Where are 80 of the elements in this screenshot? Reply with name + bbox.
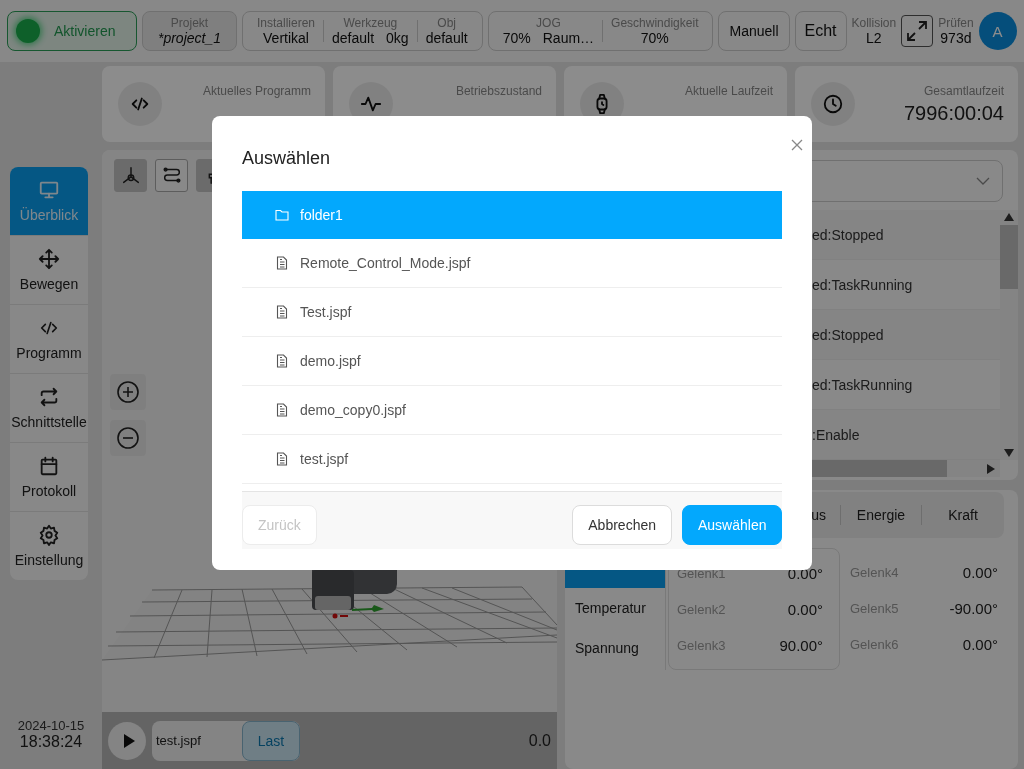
stat-value: 7996:00:04 xyxy=(903,101,1004,125)
plus-icon xyxy=(116,380,140,404)
log-entry: ed:TaskRunning xyxy=(812,276,913,293)
zoom-in-button[interactable] xyxy=(110,374,146,410)
nav-item[interactable]: Einstellung xyxy=(10,511,88,580)
program-file-field[interactable]: test.jspf xyxy=(152,733,242,748)
time-text: 18:38:24 xyxy=(19,733,83,751)
expand-button[interactable] xyxy=(901,15,934,47)
log-entry: ed:Stopped xyxy=(812,326,884,343)
scroll-right-icon[interactable] xyxy=(986,462,996,475)
minus-icon xyxy=(116,426,140,450)
joint-value: 0.00° xyxy=(962,563,998,581)
folder-icon xyxy=(275,208,289,222)
nav-item[interactable]: Protokoll xyxy=(10,442,88,511)
document-icon xyxy=(275,403,289,417)
file-list-item[interactable]: test.jspf xyxy=(242,435,782,484)
stat-label: Aktuelles Programm xyxy=(202,83,311,98)
play-icon xyxy=(121,732,136,749)
scroll-down-icon[interactable] xyxy=(1003,448,1015,458)
swap-icon xyxy=(38,386,60,408)
setting-value[interactable]: default xyxy=(425,29,468,47)
chevron-down-icon xyxy=(976,177,990,185)
joint-value: 0.00° xyxy=(962,635,998,653)
play-button[interactable] xyxy=(108,721,146,760)
path-icon[interactable] xyxy=(155,159,188,192)
setting-label: Obj xyxy=(437,15,456,30)
tab[interactable]: us xyxy=(811,492,840,538)
monitor-icon xyxy=(38,179,60,201)
stat-label: Aktuelle Laufzeit xyxy=(684,83,773,98)
joint-value: 0.00° xyxy=(787,600,823,618)
setting-label: Geschwindigkeit xyxy=(611,15,699,30)
axes-icon[interactable] xyxy=(114,159,147,192)
tab[interactable]: Energie xyxy=(841,492,921,538)
file-list-item[interactable]: Remote_Control_Mode.jspf xyxy=(242,239,782,288)
document-icon xyxy=(275,305,289,319)
side-tab[interactable]: Temperatur xyxy=(565,588,665,628)
side-tab[interactable]: Spannung xyxy=(565,628,665,668)
gear-icon xyxy=(38,524,60,546)
date-text: 2024-10-15 xyxy=(17,718,85,733)
document-icon xyxy=(275,452,289,466)
setting-value[interactable]: 0kg xyxy=(386,29,409,47)
setting-value[interactable]: 70% xyxy=(640,29,669,47)
zoom-out-button[interactable] xyxy=(110,420,146,456)
document-icon xyxy=(275,354,289,368)
mode-button[interactable]: Manuell xyxy=(718,11,790,51)
setting-label: Installieren xyxy=(257,15,316,30)
log-entry: ed:Stopped xyxy=(812,226,884,243)
setting-value[interactable]: 70% xyxy=(502,29,531,47)
tab[interactable]: Kraft xyxy=(922,492,1004,538)
scroll-up-icon[interactable] xyxy=(1003,212,1015,222)
setting-label: JOG xyxy=(536,15,561,30)
collision-value: L2 xyxy=(866,29,882,47)
setting-value[interactable]: Raum… xyxy=(542,29,595,47)
calendar-icon xyxy=(38,455,60,477)
nav-item[interactable]: Schnittstelle xyxy=(10,373,88,442)
setting-value[interactable]: Vertikal xyxy=(263,29,309,47)
joint-value: 90.00° xyxy=(779,636,823,654)
status-dot-icon xyxy=(16,19,40,43)
speed-value: 0.0 xyxy=(528,731,551,750)
dialog-title: Auswählen xyxy=(242,148,331,169)
file-list-item[interactable]: demo.jspf xyxy=(242,337,782,386)
stat-label: Betriebszustand xyxy=(455,83,542,98)
check-label: Prüfen xyxy=(938,15,974,30)
log-entry: ed:TaskRunning xyxy=(812,376,913,393)
setting-value[interactable]: default xyxy=(332,29,375,47)
joint-value: -90.00° xyxy=(949,599,998,617)
nav-item[interactable]: Programm xyxy=(10,304,88,373)
document-icon xyxy=(275,256,289,270)
log-entry: :Enable xyxy=(812,426,860,443)
cancel-button[interactable]: Abbrechen xyxy=(572,504,672,545)
collision-label: Kollision xyxy=(851,15,897,30)
file-list-item[interactable]: demo_copy0.jspf xyxy=(242,386,782,435)
setting-label: Werkzeug xyxy=(343,15,398,30)
stat-label: Gesamtlaufzeit xyxy=(923,83,1004,98)
check-value: 973d xyxy=(940,29,972,47)
move-icon xyxy=(38,248,60,270)
nav-item[interactable]: Bewegen xyxy=(10,235,88,304)
file-list-item[interactable]: Test.jspf xyxy=(242,288,782,337)
mode-button[interactable]: Echt xyxy=(794,11,847,51)
vertical-scrollbar[interactable] xyxy=(1000,210,1018,460)
